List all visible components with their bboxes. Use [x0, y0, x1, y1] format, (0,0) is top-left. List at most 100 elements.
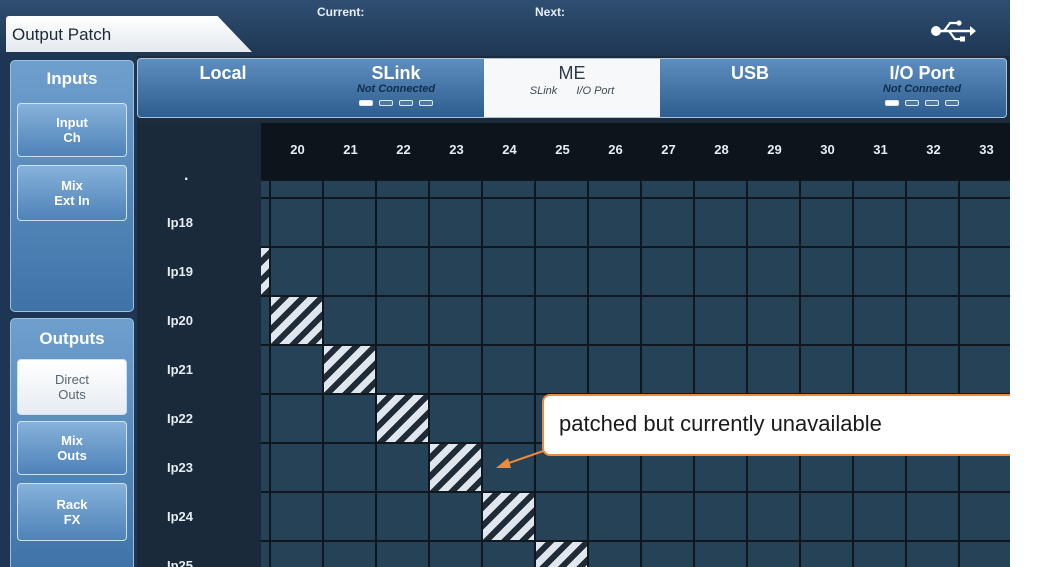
patch-cell[interactable] — [960, 542, 1010, 567]
output-patch-tab[interactable]: Output Patch — [6, 16, 252, 52]
patch-cell[interactable] — [801, 297, 852, 344]
patch-cell[interactable] — [261, 199, 269, 246]
patch-cell[interactable] — [536, 542, 587, 567]
patch-cell[interactable] — [695, 248, 746, 295]
patch-cell[interactable] — [377, 297, 428, 344]
patch-cell[interactable] — [271, 248, 322, 295]
patch-cell[interactable] — [748, 493, 799, 540]
mix-ext-in-button[interactable]: Mix Ext In — [17, 165, 127, 221]
patch-cell[interactable] — [536, 493, 587, 540]
patch-cell[interactable] — [430, 248, 481, 295]
patch-cell[interactable] — [430, 395, 481, 442]
patch-cell[interactable] — [589, 248, 640, 295]
patch-cell[interactable] — [801, 493, 852, 540]
tab-io-port[interactable]: I/O Port Not Connected — [840, 59, 1004, 117]
patch-cell[interactable] — [748, 297, 799, 344]
patch-cell[interactable] — [324, 493, 375, 540]
patch-cell[interactable] — [261, 248, 269, 295]
patch-cell[interactable] — [589, 346, 640, 393]
patch-cell[interactable] — [695, 542, 746, 567]
patch-cell[interactable] — [483, 542, 534, 567]
patch-cell[interactable] — [960, 297, 1010, 344]
patch-cell[interactable] — [642, 199, 693, 246]
patch-cell[interactable] — [801, 346, 852, 393]
patch-cell[interactable] — [907, 199, 958, 246]
patch-cell[interactable] — [324, 444, 375, 491]
mix-outs-button[interactable]: Mix Outs — [17, 421, 127, 475]
patch-cell[interactable] — [642, 542, 693, 567]
tab-local[interactable]: Local — [138, 59, 308, 117]
tab-slink[interactable]: SLink Not Connected — [308, 59, 484, 117]
patch-cell[interactable] — [261, 542, 269, 567]
patch-cell[interactable] — [271, 395, 322, 442]
patch-cell[interactable] — [642, 346, 693, 393]
patch-cell[interactable] — [377, 346, 428, 393]
patch-cell[interactable] — [430, 297, 481, 344]
input-ch-button[interactable]: Input Ch — [17, 103, 127, 157]
patch-cell[interactable] — [960, 346, 1010, 393]
patch-cell[interactable] — [271, 493, 322, 540]
patch-cell[interactable] — [589, 542, 640, 567]
patch-cell[interactable] — [642, 297, 693, 344]
patch-cell[interactable] — [960, 493, 1010, 540]
patch-cell[interactable] — [483, 297, 534, 344]
patch-cell[interactable] — [801, 248, 852, 295]
patch-cell[interactable] — [642, 248, 693, 295]
patch-cell[interactable] — [430, 444, 481, 491]
patch-cell[interactable] — [430, 199, 481, 246]
patch-cell[interactable] — [377, 493, 428, 540]
patch-cell[interactable] — [907, 542, 958, 567]
patch-cell[interactable] — [261, 444, 269, 491]
patch-cell[interactable] — [748, 248, 799, 295]
patch-cell[interactable] — [801, 199, 852, 246]
patch-cell[interactable] — [748, 199, 799, 246]
patch-cell[interactable] — [261, 395, 269, 442]
patch-cell[interactable] — [324, 248, 375, 295]
patch-cell[interactable] — [324, 542, 375, 567]
patch-cell[interactable] — [483, 248, 534, 295]
patch-cell[interactable] — [483, 346, 534, 393]
patch-cell[interactable] — [907, 346, 958, 393]
patch-cell[interactable] — [377, 542, 428, 567]
patch-cell[interactable] — [695, 493, 746, 540]
patch-cell[interactable] — [324, 199, 375, 246]
patch-cell[interactable] — [377, 444, 428, 491]
patch-cell[interactable] — [377, 395, 428, 442]
patch-cell[interactable] — [695, 199, 746, 246]
patch-cell[interactable] — [271, 444, 322, 491]
patch-cell[interactable] — [324, 395, 375, 442]
direct-outs-button[interactable]: Direct Outs — [17, 359, 127, 415]
patch-cell[interactable] — [377, 199, 428, 246]
patch-cell[interactable] — [261, 346, 269, 393]
patch-cell[interactable] — [430, 346, 481, 393]
patch-cell[interactable] — [589, 297, 640, 344]
patch-cell[interactable] — [695, 297, 746, 344]
patch-cell[interactable] — [960, 248, 1010, 295]
patch-cell[interactable] — [324, 297, 375, 344]
patch-cell[interactable] — [748, 346, 799, 393]
patch-cell[interactable] — [324, 346, 375, 393]
patch-cell[interactable] — [907, 248, 958, 295]
patch-cell[interactable] — [907, 297, 958, 344]
patch-cell[interactable] — [483, 395, 534, 442]
patch-cell[interactable] — [536, 199, 587, 246]
patch-cell[interactable] — [430, 493, 481, 540]
patch-cell[interactable] — [536, 346, 587, 393]
patch-cell[interactable] — [907, 493, 958, 540]
patch-cell[interactable] — [748, 542, 799, 567]
patch-cell[interactable] — [854, 493, 905, 540]
patch-cell[interactable] — [271, 297, 322, 344]
patch-cell[interactable] — [960, 199, 1010, 246]
patch-cell[interactable] — [261, 493, 269, 540]
rack-fx-button[interactable]: Rack FX — [17, 483, 127, 541]
patch-cell[interactable] — [854, 248, 905, 295]
patch-cell[interactable] — [854, 199, 905, 246]
tab-me[interactable]: ME SLink I/O Port — [484, 59, 660, 117]
patch-cell[interactable] — [854, 542, 905, 567]
patch-cell[interactable] — [536, 297, 587, 344]
patch-cell[interactable] — [271, 542, 322, 567]
patch-cell[interactable] — [377, 248, 428, 295]
patch-cell[interactable] — [483, 199, 534, 246]
patch-cell[interactable] — [536, 248, 587, 295]
tab-usb[interactable]: USB — [660, 59, 840, 117]
